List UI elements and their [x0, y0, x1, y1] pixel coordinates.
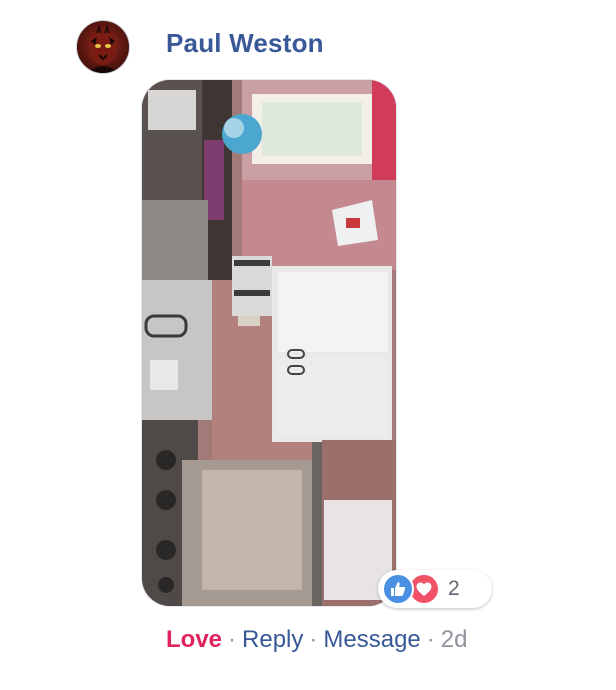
comment-photo[interactable] — [142, 80, 396, 606]
message-action[interactable]: Message — [323, 626, 420, 653]
reaction-count: 2 — [448, 577, 460, 600]
separator: · — [228, 626, 237, 653]
avatar[interactable] — [76, 20, 130, 74]
comment-actions: Love · Reply · Message · 2d — [166, 626, 467, 654]
kitchen-photo — [142, 80, 396, 606]
avatar-image — [87, 23, 119, 73]
separator: · — [426, 626, 435, 653]
like-reaction-icon — [382, 573, 414, 605]
reply-action[interactable]: Reply — [242, 626, 303, 653]
separator: · — [309, 626, 318, 653]
timestamp[interactable]: 2d — [441, 626, 468, 653]
reactions-summary[interactable]: 2 — [378, 570, 492, 608]
comment: Paul Weston 2 Love · Reply · Message · 2… — [0, 0, 616, 690]
author-name[interactable]: Paul Weston — [166, 28, 324, 59]
love-action[interactable]: Love — [166, 626, 222, 653]
